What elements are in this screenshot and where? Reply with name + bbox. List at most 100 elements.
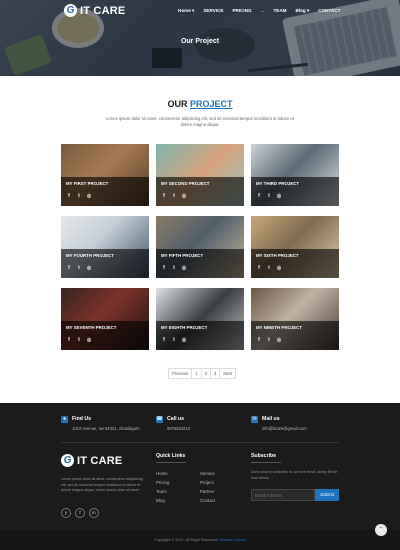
project-title[interactable]: MY SEVENTH PROJECT [66, 325, 116, 330]
twitter-icon[interactable]: t [76, 337, 82, 343]
project-card[interactable]: MY FIRST PROJECT f t ◎ [61, 144, 149, 206]
project-card[interactable]: MY SEVENTH PROJECT f t ◎ [61, 288, 149, 350]
main-nav: Home ▾ SERVICE PRICING ... TEAM Blog ▾ C… [178, 8, 349, 14]
project-social: f t ◎ [66, 337, 92, 343]
footer-divider [61, 442, 339, 443]
footer-logo[interactable]: G IT CARE [61, 454, 122, 467]
project-social: f t ◎ [161, 265, 187, 271]
footer-link-pricing[interactable]: Pricing [156, 480, 169, 485]
subscribe-button[interactable]: Submit [315, 489, 339, 501]
project-social: f t ◎ [66, 193, 92, 199]
project-title[interactable]: MY SECOND PROJECT [161, 181, 209, 186]
footer-link-team[interactable]: Team [156, 489, 167, 494]
twitter-icon[interactable]: t [171, 193, 177, 199]
call-text[interactable]: 9876543210 [167, 426, 190, 431]
subscribe-text: Don't miss to subscribe to our new feeds… [251, 470, 338, 480]
instagram-icon[interactable]: ◎ [181, 193, 187, 199]
copyright-link[interactable]: Chandan Kumar [218, 538, 246, 542]
linkedin-icon[interactable]: in [89, 508, 99, 518]
twitter-icon[interactable]: t [266, 337, 272, 343]
instagram-icon[interactable]: ◎ [276, 337, 282, 343]
project-card[interactable]: MY EIGHTH PROJECT f t ◎ [156, 288, 244, 350]
project-title[interactable]: MY EIGHTH PROJECT [161, 325, 207, 330]
instagram-icon[interactable]: ◎ [86, 265, 92, 271]
project-title[interactable]: MY SIXTH PROJECT [256, 253, 299, 258]
project-title[interactable]: MY FIRST PROJECT [66, 181, 108, 186]
facebook-icon[interactable]: f [66, 193, 72, 199]
footer-logo-icon: G [61, 454, 74, 467]
twitter-icon[interactable]: t [76, 265, 82, 271]
instagram-icon[interactable]: ◎ [181, 337, 187, 343]
contact-call: ☎ Call us 9876543210 [156, 416, 190, 431]
project-card[interactable]: MY FOURTH PROJECT f t ◎ [61, 216, 149, 278]
footer-link-partner[interactable]: Partner [200, 489, 214, 494]
instagram-icon[interactable]: ◎ [181, 265, 187, 271]
map-pin-icon: ● [61, 416, 68, 423]
pagination-page-2[interactable]: 2 [202, 369, 211, 378]
project-title[interactable]: MY FOURTH PROJECT [66, 253, 114, 258]
project-social: f t ◎ [256, 265, 282, 271]
facebook-icon[interactable]: f [66, 265, 72, 271]
project-card[interactable]: MY NINETH PROJECT f t ◎ [251, 288, 339, 350]
nav-project[interactable]: ... [261, 8, 265, 14]
project-card[interactable]: MY THIRD PROJECT f t ◎ [251, 144, 339, 206]
find-title: Find Us [72, 416, 92, 422]
instagram-icon[interactable]: ◎ [86, 337, 92, 343]
mail-text[interactable]: info@itcare@gmail.com [262, 426, 307, 431]
footer-link-project[interactable]: Project [200, 480, 214, 485]
project-title[interactable]: MY THIRD PROJECT [256, 181, 299, 186]
footer-link-blog[interactable]: Blog [156, 498, 165, 503]
project-title[interactable]: MY NINETH PROJECT [256, 325, 302, 330]
instagram-icon[interactable]: ◎ [276, 193, 282, 199]
contact-find: ● Find Us 1010 Avenue, sw 54321, chandig… [61, 416, 140, 431]
project-card[interactable]: MY SECOND PROJECT f t ◎ [156, 144, 244, 206]
facebook-icon[interactable]: f [66, 337, 72, 343]
footer-link-service[interactable]: Service [200, 471, 215, 476]
footer-link-contact[interactable]: Contact [200, 498, 215, 503]
nav-pricing[interactable]: PRICING [232, 8, 251, 14]
footer-link-home[interactable]: Home [156, 471, 168, 476]
email-input[interactable] [251, 489, 315, 501]
project-card[interactable]: MY SIXTH PROJECT f t ◎ [251, 216, 339, 278]
footer-logo-text: IT CARE [77, 454, 123, 467]
twitter-icon[interactable]: t [171, 337, 177, 343]
section-title-highlight: PROJECT [190, 99, 233, 109]
facebook-icon[interactable]: f [161, 193, 167, 199]
site-logo[interactable]: G IT CARE [64, 4, 125, 17]
pagination-page-1[interactable]: 1 [192, 369, 202, 378]
facebook-icon[interactable]: f [161, 337, 167, 343]
pagination-next[interactable]: Next [220, 369, 235, 378]
facebook-icon[interactable]: f [161, 265, 167, 271]
facebook-icon[interactable]: f [256, 193, 262, 199]
nav-blog[interactable]: Blog ▾ [295, 8, 309, 14]
twitter-icon[interactable]: t [171, 265, 177, 271]
youtube-icon[interactable]: y [61, 508, 71, 518]
page-title: Our Project [180, 38, 220, 45]
project-title[interactable]: MY FIFTH PROJECT [161, 253, 203, 258]
nav-home[interactable]: Home ▾ [178, 8, 194, 14]
instagram-icon[interactable]: ◎ [86, 193, 92, 199]
project-social: f t ◎ [66, 265, 92, 271]
copyright: Copyright © 2021, All Right Reserved Cha… [0, 538, 400, 542]
nav-team[interactable]: TEAM [273, 8, 286, 14]
facebook-icon[interactable]: f [256, 265, 262, 271]
pagination-page-3[interactable]: 3 [211, 369, 221, 378]
scroll-to-top-button[interactable]: ⌃ [375, 524, 387, 536]
nav-contact[interactable]: CONTACT [318, 8, 340, 14]
pagination: Previous 1 2 3 Next [168, 368, 236, 379]
project-card[interactable]: MY FIFTH PROJECT f t ◎ [156, 216, 244, 278]
section-description: Lorem ipsum dolor sit amet, consectetur … [106, 116, 294, 127]
facebook-icon[interactable]: f [256, 337, 262, 343]
twitter-icon[interactable]: t [76, 193, 82, 199]
subscribe-title: Subscribe [251, 453, 277, 459]
nav-service[interactable]: SERVICE [203, 8, 223, 14]
section-title: OUR PROJECT [0, 99, 400, 109]
subscribe-underline [251, 462, 281, 463]
twitter-icon[interactable]: t [266, 265, 272, 271]
phone-icon: ☎ [156, 416, 163, 423]
pagination-previous[interactable]: Previous [169, 369, 193, 378]
twitter-icon[interactable]: t [266, 193, 272, 199]
mail-icon: ✉ [251, 416, 258, 423]
facebook-icon[interactable]: f [75, 508, 85, 518]
instagram-icon[interactable]: ◎ [276, 265, 282, 271]
